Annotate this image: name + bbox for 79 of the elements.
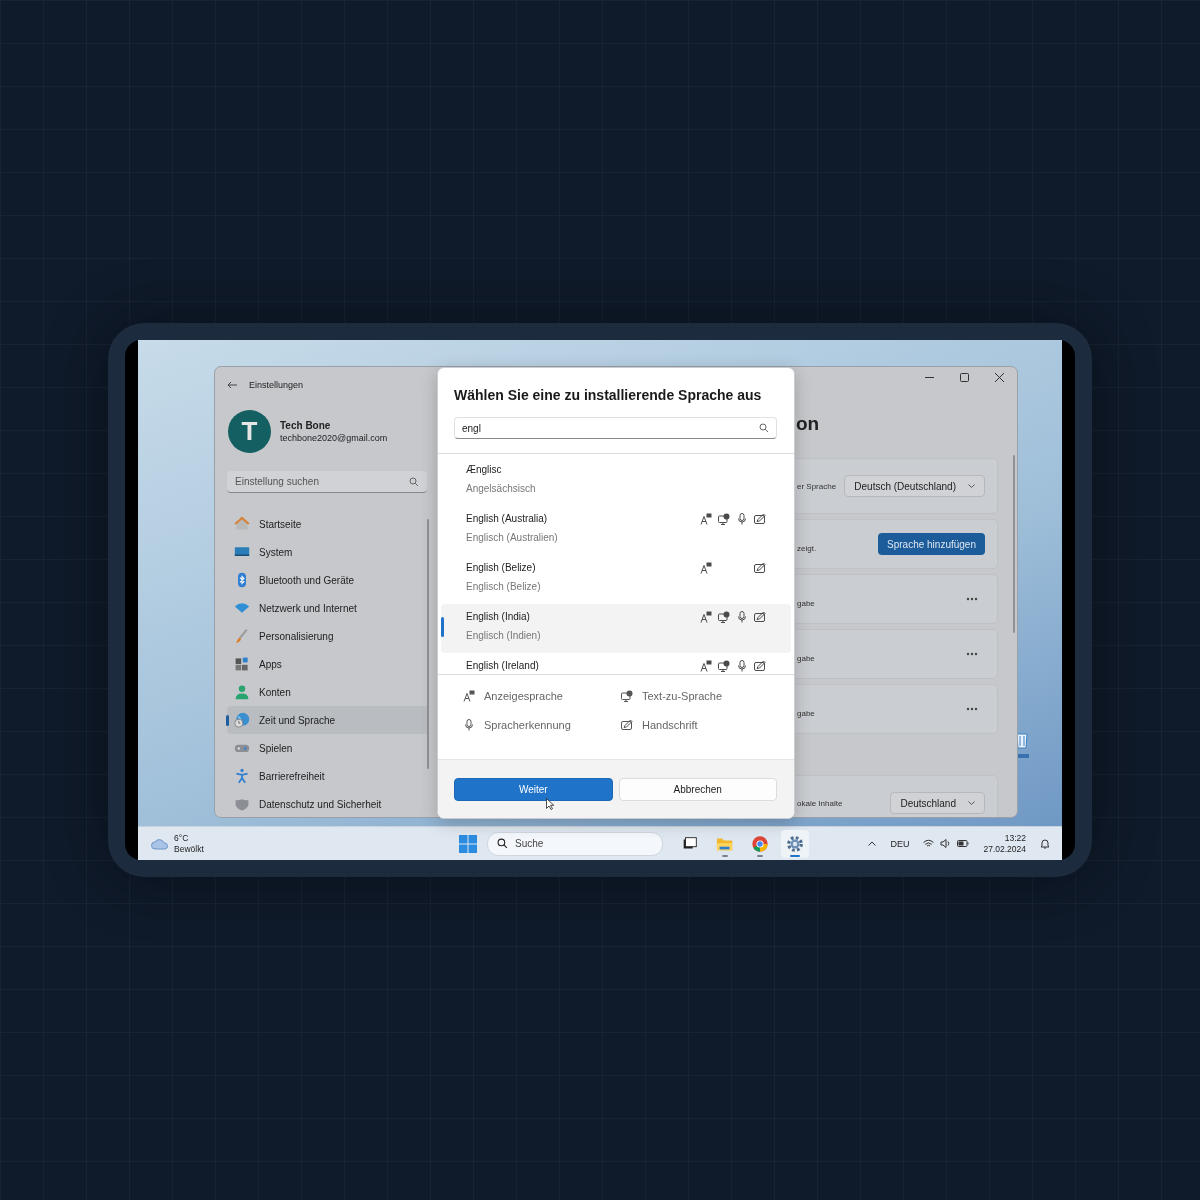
- legend-label: Spracherkennung: [484, 719, 571, 731]
- wifi-icon: [923, 839, 935, 848]
- person-icon: [234, 684, 250, 700]
- more-icon: [966, 597, 978, 601]
- dropdown[interactable]: Deutschland: [890, 792, 985, 814]
- card-description: er Sprache: [797, 481, 837, 491]
- nav-item[interactable]: Konten: [227, 678, 429, 706]
- nav-item[interactable]: Spielen: [227, 734, 429, 762]
- shield-icon: [234, 796, 250, 812]
- nav-item[interactable]: Apps: [227, 650, 429, 678]
- next-button[interactable]: Weiter: [454, 778, 613, 801]
- user-email: techbone2020@gmail.com: [280, 433, 388, 443]
- card-description: zeigt.: [797, 544, 817, 553]
- display-language-icon: [463, 690, 475, 702]
- cancel-button[interactable]: Abbrechen: [618, 778, 777, 801]
- nav-item[interactable]: System: [227, 538, 429, 566]
- mouse-pointer-icon: [546, 798, 554, 810]
- taskbar-search[interactable]: Suche: [487, 831, 663, 856]
- card-description: gabe: [797, 709, 815, 718]
- paintbrush-icon: [234, 628, 250, 644]
- close-icon: [995, 373, 1004, 382]
- more-icon: [966, 707, 978, 711]
- legend-label: Anzeigesprache: [484, 690, 563, 702]
- dropdown[interactable]: Deutsch (Deutschland): [844, 475, 985, 497]
- card-description: okale Inhalte: [797, 798, 843, 808]
- scrollbar[interactable]: [427, 519, 429, 769]
- dialog-title: Wählen Sie eine zu installierende Sprache aus: [454, 387, 763, 403]
- nav-item[interactable]: Netzwerk und Internet: [227, 594, 429, 622]
- card-description: gabe: [797, 599, 815, 608]
- language-option[interactable]: English (Belize) Englisch (Belize): [441, 555, 791, 604]
- language-option[interactable]: English (Australia) Englisch (Australien): [441, 506, 791, 555]
- page-heading: on: [796, 413, 820, 434]
- globe-clock-icon: [234, 712, 250, 728]
- cloud-icon: [151, 837, 169, 850]
- search-icon: [759, 423, 769, 433]
- chevron-up-icon: [868, 841, 877, 846]
- windows-logo-icon: [459, 834, 477, 853]
- home-icon: [234, 516, 250, 532]
- window-title: Einstellungen: [249, 380, 304, 390]
- more-icon: [966, 652, 978, 656]
- search-field[interactable]: engl: [454, 417, 777, 439]
- speaker-icon: [940, 839, 952, 848]
- speech-monitor-icon: [621, 690, 633, 702]
- nav-item[interactable]: Startseite: [227, 510, 429, 538]
- browser-icon: [751, 834, 769, 853]
- weather-temperature: 6°C: [174, 832, 190, 844]
- avatar: T: [228, 410, 271, 453]
- apps-icon: [234, 656, 250, 672]
- language-option[interactable]: Ænglisc Angelsächsisch: [441, 457, 791, 506]
- nav-item[interactable]: Barrierefreiheit: [227, 762, 429, 790]
- clock-time[interactable]: 13:22: [983, 832, 1026, 844]
- legend-label: Text-zu-Sprache: [642, 690, 723, 702]
- nav-item[interactable]: Personalisierung: [227, 622, 429, 650]
- card-description: gabe: [797, 654, 815, 663]
- language-option[interactable]: English (India) Englisch (Indien): [441, 604, 791, 653]
- clock-date[interactable]: 27.02.2024: [983, 843, 1026, 855]
- maximize-icon: [960, 373, 969, 382]
- legend-label: Handschrift: [642, 719, 698, 731]
- search-icon: [409, 476, 419, 487]
- accessibility-icon: [234, 768, 250, 784]
- scrollbar[interactable]: [1013, 455, 1015, 633]
- back-arrow-icon: [227, 381, 237, 389]
- microphone-icon: [463, 719, 475, 731]
- battery-icon: [957, 839, 970, 848]
- user-name: Tech Bone: [280, 420, 332, 431]
- nav-item[interactable]: Datenschutz und Sicherheit: [227, 790, 429, 817]
- handwriting-icon: [621, 719, 633, 731]
- weather-condition: Bewölkt: [174, 843, 204, 855]
- search-field[interactable]: Einstellung suchen: [227, 471, 427, 493]
- language-option[interactable]: English (Ireland): [441, 653, 791, 674]
- nav-item[interactable]: Bluetooth und Geräte: [227, 566, 429, 594]
- input-language[interactable]: DEU: [890, 838, 910, 849]
- chevron-down-icon: [968, 483, 975, 489]
- gear-icon: [786, 834, 804, 853]
- nav-item[interactable]: Zeit und Sprache: [227, 706, 429, 734]
- add-language-button[interactable]: Sprache hinzufügen: [878, 533, 985, 555]
- chevron-down-icon: [968, 800, 975, 806]
- bell-icon: [1040, 838, 1050, 849]
- search-icon: [497, 838, 508, 849]
